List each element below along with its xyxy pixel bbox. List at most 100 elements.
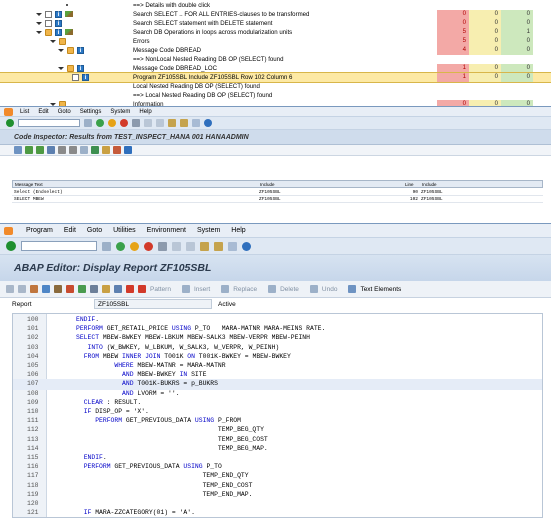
edit-icon[interactable] xyxy=(65,29,73,36)
cancel-icon[interactable] xyxy=(144,241,153,251)
exit-icon[interactable] xyxy=(130,241,139,251)
info-icon[interactable]: i xyxy=(55,10,62,18)
enter-icon[interactable] xyxy=(6,241,16,251)
menu-edit[interactable]: Edit xyxy=(38,109,48,115)
layout-icon[interactable] xyxy=(102,146,110,154)
sort-desc-icon[interactable] xyxy=(36,146,44,154)
find-icon[interactable] xyxy=(144,119,152,127)
info-icon[interactable] xyxy=(124,146,132,154)
new-session-icon[interactable] xyxy=(228,241,237,251)
menu-system[interactable]: System xyxy=(110,109,130,115)
back-arrow-icon[interactable] xyxy=(6,285,14,293)
undo-button[interactable]: Undo xyxy=(322,286,338,293)
menu-utilities[interactable]: Utilities xyxy=(113,227,136,234)
menu-help[interactable]: Help xyxy=(139,109,151,115)
navigation-icon[interactable] xyxy=(114,285,122,293)
table-row[interactable]: SELECT MBEW ZF105SBL 102 ZF105SBL xyxy=(12,196,543,203)
check-icon[interactable] xyxy=(54,285,62,293)
exit-icon[interactable] xyxy=(108,119,116,127)
command-field[interactable] xyxy=(18,119,80,127)
forward-arrow-icon[interactable] xyxy=(18,285,26,293)
print-icon[interactable] xyxy=(158,241,167,251)
report-field[interactable]: ZF105SBL xyxy=(94,299,212,309)
text-elements-icon[interactable] xyxy=(348,285,357,293)
tree-row[interactable]: i Message Code DBREAD 4 0 0 xyxy=(0,46,551,55)
session-breakpoint-icon[interactable] xyxy=(138,285,146,293)
graphic-icon[interactable] xyxy=(113,146,121,154)
info-icon[interactable]: i xyxy=(77,46,84,54)
pattern-button[interactable]: Pattern xyxy=(150,286,171,293)
insert-icon[interactable] xyxy=(181,285,190,293)
print-icon[interactable] xyxy=(132,119,140,127)
info-icon[interactable]: i xyxy=(55,28,62,36)
first-page-icon[interactable] xyxy=(168,119,176,127)
display-change-icon[interactable] xyxy=(42,285,50,293)
back-icon[interactable] xyxy=(96,119,104,127)
menu-program[interactable]: Program xyxy=(26,227,53,234)
menu-system[interactable]: System xyxy=(197,227,220,234)
tree-row[interactable]: Errors 5 0 0 xyxy=(0,37,551,46)
tree-row[interactable]: i Search DB Operations in loops across mo… xyxy=(0,28,551,37)
sap-system-icon[interactable] xyxy=(4,227,13,235)
filter-icon[interactable] xyxy=(47,146,55,154)
menu-edit[interactable]: Edit xyxy=(64,227,76,234)
code-editor[interactable]: 100 ENDIF. 101 PERFORM GET_RETAIL_PRICE U… xyxy=(12,313,543,518)
print-preview-icon[interactable] xyxy=(80,146,88,154)
details-icon[interactable] xyxy=(14,146,22,154)
menu-goto[interactable]: Goto xyxy=(87,227,102,234)
tree-row[interactable]: i Search SELECT .. FOR ALL ENTRIES-clause… xyxy=(0,10,551,19)
find-next-icon[interactable] xyxy=(156,119,164,127)
save-icon[interactable] xyxy=(102,241,111,251)
tree-row[interactable]: ==> NonLocal Nested Reading DB OP (SELEC… xyxy=(0,55,551,64)
tree-row[interactable]: ==> Details with double click xyxy=(0,1,551,10)
find-icon[interactable] xyxy=(172,241,181,251)
tree-row[interactable]: ==> Local Nested Reading DB OP (SELECT) … xyxy=(0,91,551,100)
expand-toggle-icon[interactable] xyxy=(36,12,42,16)
menu-environment[interactable]: Environment xyxy=(147,227,186,234)
col-line[interactable]: Line xyxy=(405,181,414,188)
cancel-icon[interactable] xyxy=(120,119,128,127)
menu-settings[interactable]: Settings xyxy=(80,109,102,115)
breakpoint-icon[interactable] xyxy=(126,285,134,293)
sort-asc-icon[interactable] xyxy=(25,146,33,154)
expand-toggle-icon[interactable] xyxy=(36,21,42,25)
activate-icon[interactable] xyxy=(66,285,74,293)
find-next-icon[interactable] xyxy=(186,241,195,251)
menu-goto[interactable]: Goto xyxy=(58,109,71,115)
tree-row[interactable]: i Search SELECT statement with DELETE sta… xyxy=(0,19,551,28)
info-icon[interactable]: i xyxy=(82,73,89,81)
sap-system-icon[interactable] xyxy=(4,108,13,116)
col-message-text[interactable]: Message Text xyxy=(15,181,43,188)
other-object-icon[interactable] xyxy=(30,285,38,293)
tree-row[interactable]: i Message Code DBREAD_LOC 1 0 0 xyxy=(0,64,551,73)
subtotal-icon[interactable] xyxy=(69,146,77,154)
help-icon[interactable] xyxy=(204,119,212,127)
help-icon[interactable] xyxy=(242,241,251,251)
expand-toggle-icon[interactable] xyxy=(58,66,64,70)
tree-row[interactable]: Local Nested Reading DB OP (SELECT) foun… xyxy=(0,82,551,91)
last-page-icon[interactable] xyxy=(214,241,223,251)
menu-help[interactable]: Help xyxy=(231,227,245,234)
info-icon[interactable]: i xyxy=(77,64,84,72)
expand-toggle-icon[interactable] xyxy=(50,39,56,43)
insert-button[interactable]: Insert xyxy=(194,286,210,293)
menu-list[interactable]: List xyxy=(20,109,29,115)
delete-icon[interactable] xyxy=(268,285,277,293)
last-page-icon[interactable] xyxy=(180,119,188,127)
sum-icon[interactable] xyxy=(58,146,66,154)
delete-button[interactable]: Delete xyxy=(280,286,299,293)
where-used-icon[interactable] xyxy=(90,285,98,293)
undo-icon[interactable] xyxy=(309,285,318,293)
expand-toggle-icon[interactable] xyxy=(36,30,42,34)
object-list-icon[interactable] xyxy=(102,285,110,293)
first-page-icon[interactable] xyxy=(200,241,209,251)
text-elements-button[interactable]: Text Elements xyxy=(360,286,401,293)
table-row[interactable]: Select (Endselect) ZF105SBL 90 ZF105SBL xyxy=(12,189,543,196)
info-icon[interactable]: i xyxy=(55,19,62,27)
command-field[interactable] xyxy=(21,241,97,251)
replace-icon[interactable] xyxy=(221,285,230,293)
enter-icon[interactable] xyxy=(6,119,14,127)
tree-row[interactable]: i Program ZF105SBL Include ZF105SBL Row 1… xyxy=(0,72,551,83)
col-include[interactable]: Include xyxy=(260,181,275,188)
replace-button[interactable]: Replace xyxy=(233,286,257,293)
